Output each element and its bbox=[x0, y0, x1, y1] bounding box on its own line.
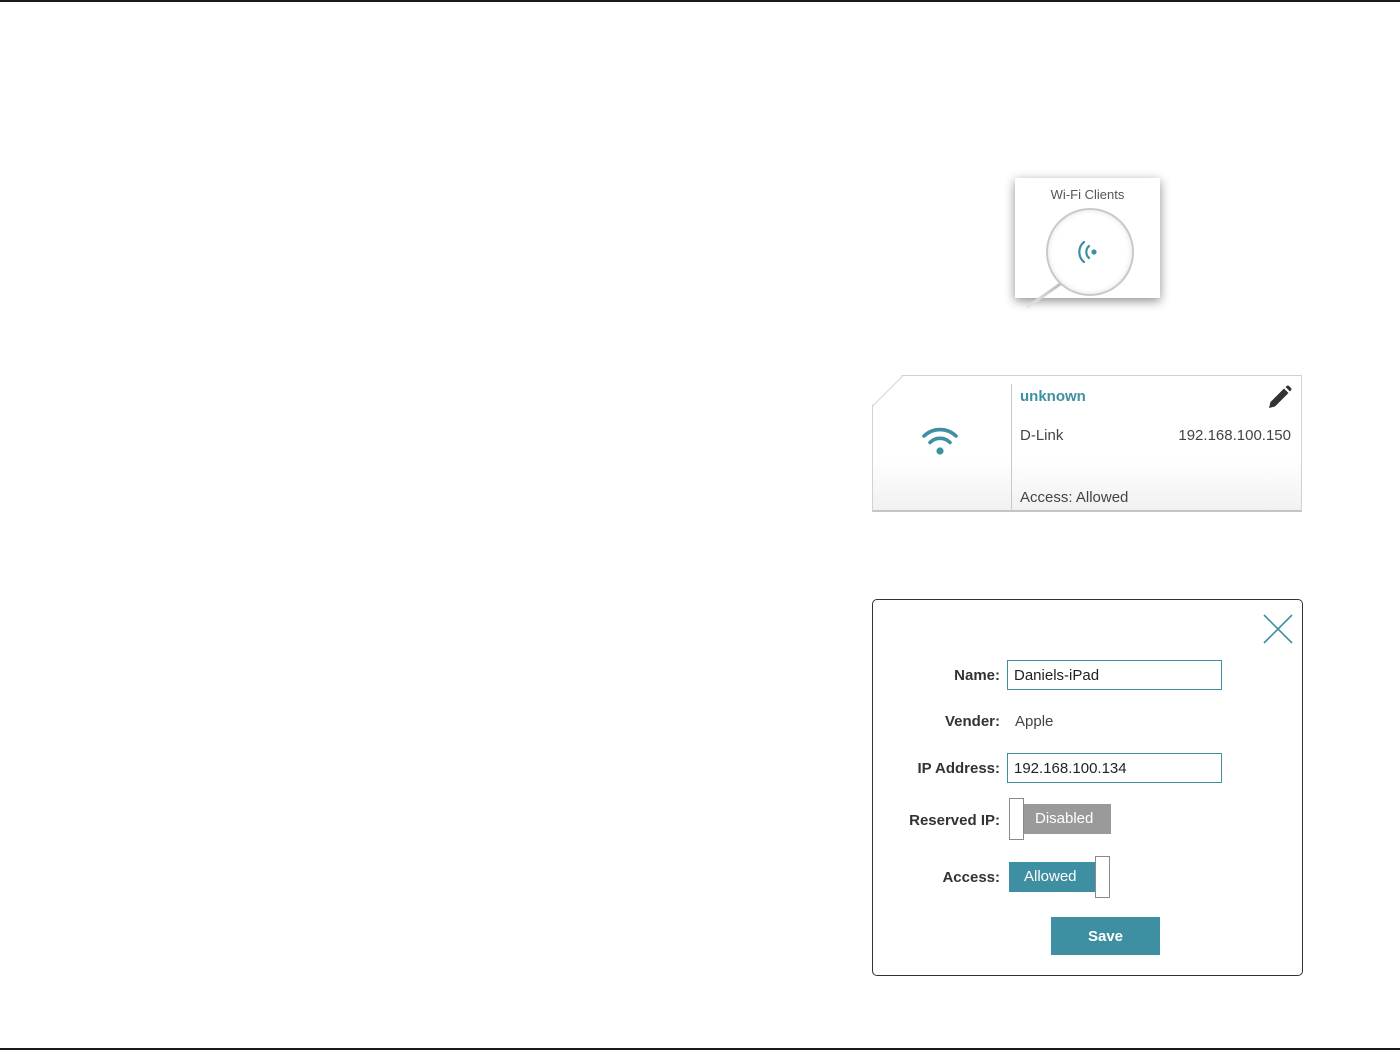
reserved-ip-label: Reserved IP: bbox=[909, 812, 1000, 829]
edit-client-dialog: Name: Vender: Apple IP Address: Reserved… bbox=[872, 599, 1303, 976]
toggle-knob[interactable] bbox=[1095, 856, 1110, 898]
vendor-label: Vender: bbox=[944, 713, 1000, 730]
card-corner bbox=[873, 376, 916, 419]
magnifier-handle bbox=[1025, 282, 1062, 309]
wifi-clients-label: Wi-Fi Clients bbox=[1050, 187, 1125, 202]
close-icon[interactable] bbox=[1263, 614, 1293, 644]
name-label: Name: bbox=[954, 667, 1000, 684]
client-ip: 192.168.100.150 bbox=[1178, 427, 1291, 444]
access-toggle[interactable]: Allowed bbox=[1009, 856, 1111, 898]
ip-address-input[interactable] bbox=[1007, 753, 1222, 783]
reserved-ip-state: Disabled bbox=[1017, 804, 1111, 834]
pencil-icon[interactable] bbox=[1266, 385, 1292, 411]
name-input[interactable] bbox=[1007, 660, 1222, 690]
wifi-clients-tile[interactable]: Wi-Fi Clients bbox=[1015, 178, 1160, 309]
bottom-rule bbox=[0, 1048, 1400, 1050]
access-label: Access: bbox=[942, 869, 1000, 886]
ip-address-label: IP Address: bbox=[917, 760, 1000, 777]
magnifier bbox=[1046, 208, 1134, 296]
toggle-knob[interactable] bbox=[1009, 798, 1024, 840]
client-vendor: D-Link bbox=[1020, 427, 1064, 444]
client-name: unknown bbox=[1020, 388, 1086, 405]
vendor-value: Apple bbox=[1015, 713, 1054, 730]
wifi-signal-icon bbox=[1078, 240, 1097, 264]
client-card[interactable]: unknown D-Link 192.168.100.150 Access: A… bbox=[872, 375, 1302, 512]
top-rule bbox=[0, 0, 1400, 2]
client-access: Access: Allowed bbox=[1020, 489, 1129, 506]
save-button[interactable]: Save bbox=[1051, 917, 1160, 955]
access-state: Allowed bbox=[1009, 862, 1103, 892]
reserved-ip-toggle[interactable]: Disabled bbox=[1009, 798, 1111, 840]
wifi-icon bbox=[922, 427, 958, 455]
card-divider bbox=[1011, 384, 1012, 512]
